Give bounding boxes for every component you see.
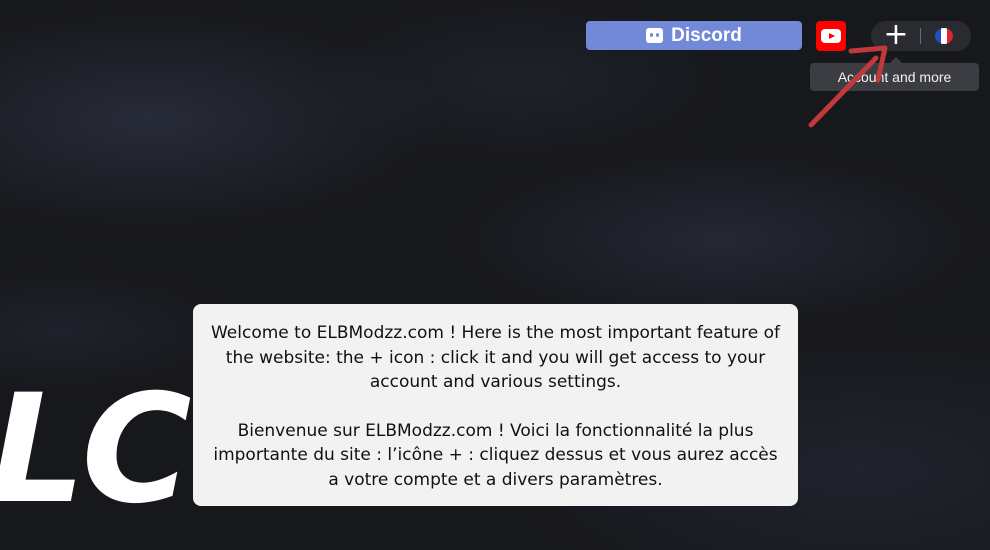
divider <box>920 28 921 44</box>
youtube-button[interactable] <box>816 21 846 51</box>
discord-label: Discord <box>671 24 742 46</box>
youtube-icon <box>821 29 841 43</box>
discord-button[interactable]: Discord <box>586 21 802 50</box>
welcome-text-fr: Bienvenue sur ELBModzz.com ! Voici la fo… <box>213 420 778 490</box>
account-tooltip: Account and more <box>810 57 979 91</box>
welcome-modal: Welcome to ELBModzz.com ! Here is the mo… <box>193 304 798 506</box>
account-menu-pill: + <box>871 20 971 51</box>
welcome-text-en: Welcome to ELBModzz.com ! Here is the mo… <box>210 323 780 392</box>
france-flag-icon[interactable] <box>935 28 953 44</box>
plus-icon[interactable]: + <box>881 20 911 51</box>
top-bar: Discord + <box>0 20 990 51</box>
discord-icon <box>646 28 664 43</box>
